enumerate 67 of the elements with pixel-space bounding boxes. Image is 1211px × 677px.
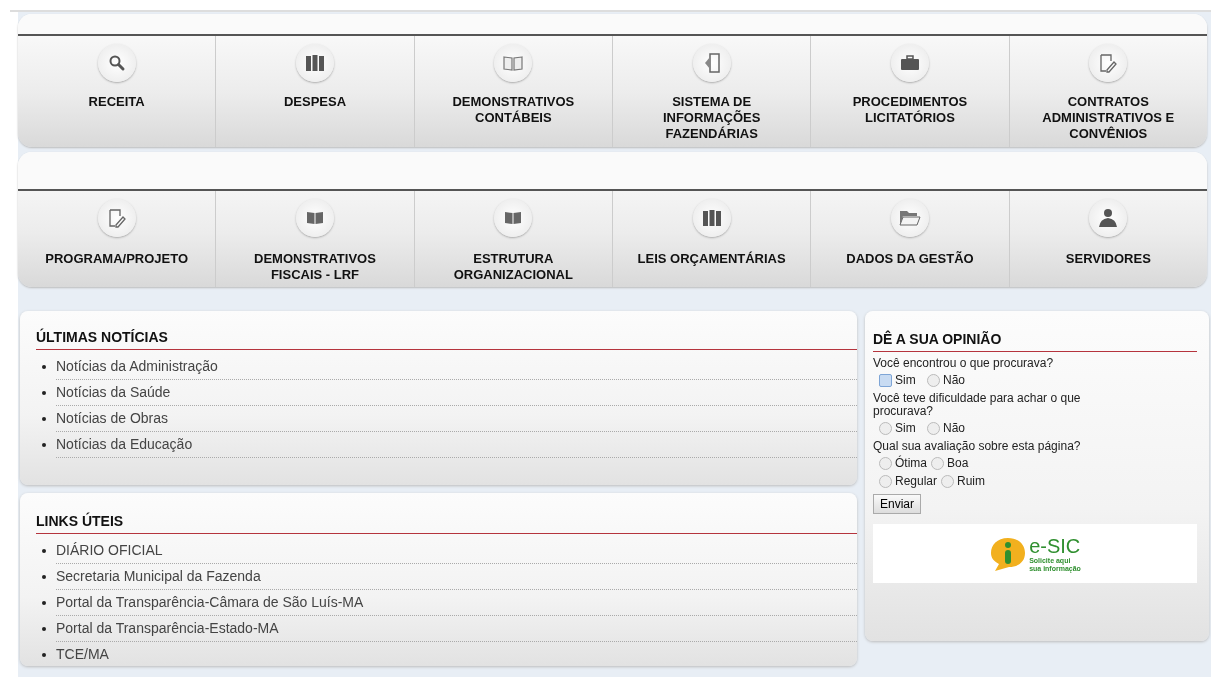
list-link[interactable]: DIÁRIO OFICIAL: [56, 538, 857, 564]
book-icon: [504, 211, 523, 225]
section-title: ÚLTIMAS NOTÍCIAS: [36, 329, 857, 350]
notepad-icon: [1099, 53, 1118, 73]
menu-item[interactable]: SERVIDORES: [1009, 191, 1207, 287]
list-link[interactable]: Portal da Transparência-Estado-MA: [56, 616, 857, 642]
radio-label: Sim: [895, 373, 916, 387]
binders-icon: [305, 54, 325, 72]
bullet-icon: [42, 443, 46, 447]
open-book-icon: [503, 55, 524, 71]
bullet-icon: [42, 417, 46, 421]
search-icon: [107, 54, 126, 72]
radio-button[interactable]: [931, 456, 944, 470]
list-link[interactable]: Secretaria Municipal da Fazenda: [56, 564, 857, 590]
binders-icon: [701, 209, 722, 227]
menu-item[interactable]: DADOS DA GESTÃO: [811, 191, 1010, 287]
radio-label: Não: [943, 373, 965, 387]
list-link[interactable]: Notícias da Saúde: [56, 380, 857, 406]
menu-item[interactable]: DESPESA: [216, 36, 415, 147]
send-button[interactable]: Enviar: [873, 494, 921, 514]
door-icon: [703, 53, 720, 73]
list-link[interactable]: TCE/MA: [56, 642, 857, 666]
person-icon: [1098, 208, 1119, 228]
radio-label: Ótima: [895, 456, 927, 470]
bullet-icon: [42, 365, 46, 369]
radio-label: Regular: [895, 474, 938, 488]
bullet-icon: [42, 627, 46, 631]
bullet-icon: [42, 653, 46, 657]
poll-question: Qual sua avaliação sobre esta página?: [873, 440, 1082, 453]
radio-button[interactable]: [927, 373, 940, 387]
menu-item[interactable]: PROCEDIMENTOS LICITATÓRIOS: [811, 36, 1010, 147]
radio-button[interactable]: [879, 421, 892, 435]
radio-button[interactable]: [941, 474, 955, 488]
poll-question: Você teve dificuldade para achar o que procurava?: [873, 392, 1082, 418]
briefcase-icon: [899, 55, 920, 71]
bullet-icon: [42, 575, 46, 579]
info-bubble-icon: [989, 535, 1028, 572]
bullet-icon: [42, 549, 46, 553]
bullet-icon: [42, 601, 46, 605]
section-title: LINKS ÚTEIS: [36, 513, 857, 534]
section-title: DÊ A SUA OPINIÃO: [873, 331, 1197, 352]
book-icon: [306, 211, 324, 225]
menu-item[interactable]: CONTRATOS ADMINISTRATIVOS E CONVÊNIOS: [1009, 36, 1207, 147]
poll-question: Você encontrou o que procurava?: [873, 357, 1055, 370]
radio-label: Sim: [895, 421, 916, 435]
menu-item[interactable]: RECEITA: [18, 36, 217, 147]
radio-label: Boa: [947, 456, 969, 470]
radio-button[interactable]: [927, 421, 940, 435]
menu-item[interactable]: PROGRAMA/PROJETO: [18, 191, 217, 287]
menu-item[interactable]: ESTRUTURA ORGANIZACIONAL: [414, 191, 613, 287]
menu-item[interactable]: SISTEMA DE INFORMAÇÕES FAZENDÁRIAS: [613, 36, 812, 147]
radio-button[interactable]: [879, 373, 892, 387]
list-link[interactable]: Portal da Transparência-Câmara de São Luís-MA: [56, 590, 857, 616]
list-link[interactable]: Notícias da Administração: [56, 354, 857, 380]
bullet-icon: [42, 391, 46, 395]
radio-label: Ruim: [957, 474, 986, 488]
list-link[interactable]: Notícias da Educação: [56, 432, 857, 458]
menu-item[interactable]: DEMONSTRATIVOS FISCAIS - LRF: [216, 191, 415, 287]
logo-text: e-SIC: [1029, 534, 1081, 557]
menu-item[interactable]: DEMONSTRATIVOS CONTÁBEIS: [414, 36, 613, 147]
folder-icon: [898, 210, 921, 226]
radio-button[interactable]: [879, 456, 892, 470]
radio-label: Não: [943, 421, 965, 435]
list-link[interactable]: Notícias de Obras: [56, 406, 857, 432]
radio-button[interactable]: [879, 474, 892, 488]
menu-item[interactable]: LEIS ORÇAMENTÁRIAS: [613, 191, 812, 287]
notepad-icon: [107, 208, 126, 228]
